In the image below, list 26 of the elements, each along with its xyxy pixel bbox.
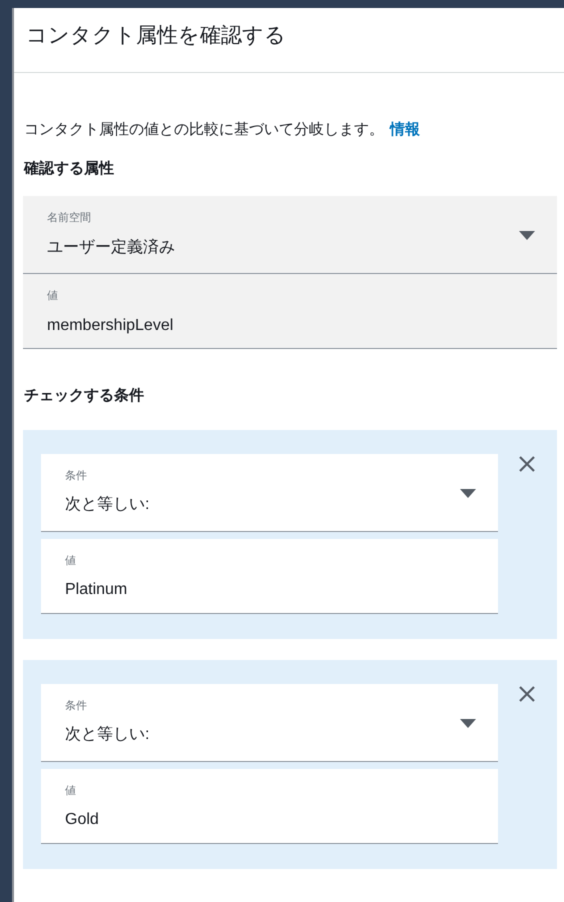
field-value: ユーザー定義済み — [47, 238, 176, 258]
field-value: Gold — [65, 810, 100, 830]
field-value: Platinum — [65, 580, 128, 600]
info-link[interactable]: 情報 — [390, 121, 420, 138]
dropdown-caret-icon — [460, 718, 476, 728]
section-heading: 確認する属性 — [24, 158, 115, 178]
input-field[interactable]: 値 Platinum — [41, 538, 498, 614]
field-label: 値 — [65, 784, 77, 798]
field-value: 次と等しい: — [65, 495, 150, 515]
description: コンタクト属性の値との比較に基づいて分岐します。 情報 — [24, 120, 421, 140]
field-label: 値 — [47, 289, 59, 304]
field-label: 名前空間 — [47, 210, 92, 226]
field-label: 条件 — [65, 468, 88, 484]
dropdown-field[interactable]: 条件 次と等しい: — [41, 684, 498, 762]
field-value: 次と等しい: — [65, 725, 150, 745]
dropdown-field[interactable]: 条件 次と等しい: — [41, 454, 498, 532]
field-label: 値 — [65, 554, 77, 568]
panel-title: コンタクト属性を確認する — [26, 24, 286, 47]
field-value: membershipLevel — [47, 316, 174, 336]
dropdown-field[interactable]: 名前空間 ユーザー定義済み — [23, 196, 557, 274]
input-field[interactable]: 値 Gold — [41, 768, 498, 844]
section-heading: チェックする条件 — [24, 386, 145, 406]
input-field[interactable]: 値 membershipLevel — [23, 274, 557, 349]
dropdown-caret-icon — [519, 231, 535, 241]
field-label: 条件 — [65, 698, 88, 714]
dropdown-caret-icon — [460, 488, 476, 498]
